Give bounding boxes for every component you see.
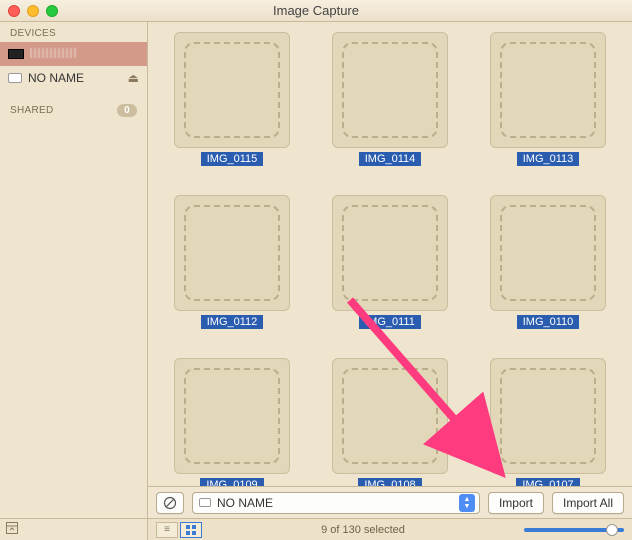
shared-count-badge: 0 — [117, 104, 137, 117]
thumb-cell[interactable]: IMG_0115 — [162, 32, 302, 187]
content-area: IMG_0115 IMG_0114 IMG_0113 IMG_0112 IMG_… — [148, 22, 632, 540]
thumb-cell[interactable]: IMG_0112 — [162, 195, 302, 350]
thumbnail-placeholder-icon — [174, 32, 290, 148]
list-view-button[interactable]: ≡ — [156, 522, 178, 538]
thumb-cell[interactable]: IMG_0111 — [320, 195, 460, 350]
thumb-label: IMG_0109 — [200, 478, 263, 486]
thumb-cell[interactable]: IMG_0109 — [162, 358, 302, 486]
thumb-cell[interactable]: IMG_0107 — [478, 358, 618, 486]
sidebar-toggle-icon[interactable] — [6, 522, 18, 537]
sd-card-icon — [8, 73, 22, 83]
grid-view-button[interactable] — [180, 522, 202, 538]
sidebar: DEVICES NO NAME ⏏ SHARED 0 — [0, 22, 148, 540]
minimize-icon[interactable] — [27, 5, 39, 17]
window-title: Image Capture — [0, 3, 632, 18]
thumb-label: IMG_0107 — [516, 478, 579, 486]
device-icon — [8, 49, 24, 59]
sidebar-section-devices: DEVICES — [0, 22, 147, 42]
thumbnail-grid: IMG_0115 IMG_0114 IMG_0113 IMG_0112 IMG_… — [148, 22, 632, 486]
window-controls — [8, 5, 58, 17]
thumbnail-placeholder-icon — [174, 358, 290, 474]
thumbnail-placeholder-icon — [332, 32, 448, 148]
view-mode-buttons: ≡ — [156, 522, 202, 538]
import-all-button[interactable]: Import All — [552, 492, 624, 514]
thumb-cell[interactable]: IMG_0110 — [478, 195, 618, 350]
delete-button[interactable] — [156, 492, 184, 514]
thumbnail-placeholder-icon — [490, 358, 606, 474]
thumb-label: IMG_0113 — [517, 152, 580, 166]
sidebar-footer — [0, 518, 147, 540]
sidebar-section-shared-row: SHARED 0 — [0, 98, 147, 120]
thumbnail-placeholder-icon — [490, 195, 606, 311]
status-bar: ≡ 9 of 130 selected — [148, 518, 632, 540]
thumb-label: IMG_0114 — [359, 152, 422, 166]
destination-label: NO NAME — [217, 496, 453, 510]
sidebar-section-shared: SHARED — [10, 105, 53, 116]
eject-icon[interactable]: ⏏ — [128, 71, 139, 85]
thumb-cell[interactable]: IMG_0114 — [320, 32, 460, 187]
sd-card-icon — [199, 498, 211, 507]
sidebar-item-label — [30, 47, 139, 61]
thumbnail-placeholder-icon — [332, 195, 448, 311]
close-icon[interactable] — [8, 5, 20, 17]
thumb-label: IMG_0108 — [358, 478, 421, 486]
thumb-cell[interactable]: IMG_0113 — [478, 32, 618, 187]
no-entry-icon — [163, 496, 177, 510]
titlebar: Image Capture — [0, 0, 632, 22]
destination-select[interactable]: NO NAME ▲▼ — [192, 492, 480, 514]
thumb-label: IMG_0111 — [359, 315, 421, 329]
zoom-icon[interactable] — [46, 5, 58, 17]
sidebar-item-label: NO NAME — [28, 71, 122, 85]
slider-knob-icon — [606, 524, 618, 536]
thumb-cell[interactable]: IMG_0108 — [320, 358, 460, 486]
selection-status: 9 of 130 selected — [210, 524, 516, 536]
chevron-up-down-icon: ▲▼ — [459, 494, 475, 512]
thumb-label: IMG_0110 — [517, 315, 580, 329]
thumbnail-size-slider[interactable] — [524, 528, 624, 532]
thumbnail-placeholder-icon — [332, 358, 448, 474]
thumbnail-placeholder-icon — [490, 32, 606, 148]
sidebar-item-device[interactable] — [0, 42, 147, 66]
sidebar-item-noname[interactable]: NO NAME ⏏ — [0, 66, 147, 90]
import-toolbar: NO NAME ▲▼ Import Import All — [148, 486, 632, 518]
thumb-label: IMG_0115 — [201, 152, 264, 166]
import-button[interactable]: Import — [488, 492, 544, 514]
grid-view-icon — [186, 525, 196, 535]
thumbnail-placeholder-icon — [174, 195, 290, 311]
thumb-label: IMG_0112 — [201, 315, 264, 329]
